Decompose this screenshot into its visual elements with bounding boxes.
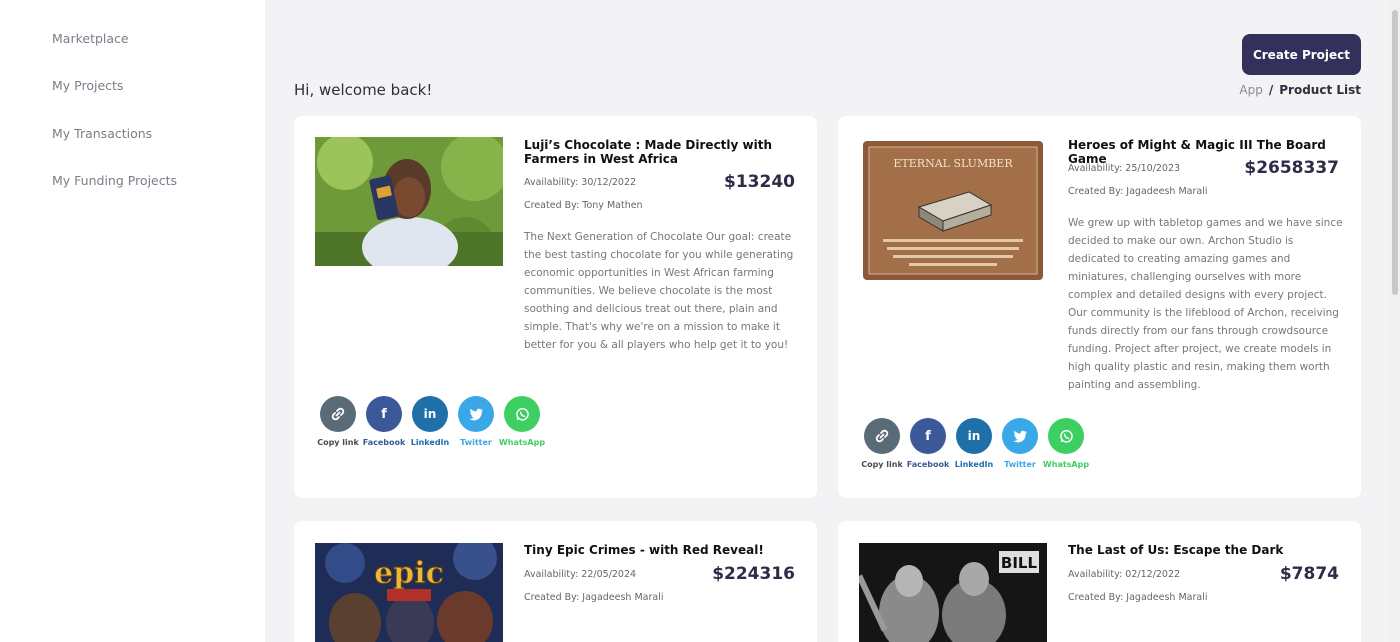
scrollbar-thumb[interactable] (1392, 10, 1398, 295)
facebook-icon[interactable]: f (910, 418, 946, 454)
chocolate-photo (315, 137, 503, 266)
page-greeting: Hi, welcome back! (294, 81, 433, 99)
project-creator: Created By: Jagadeesh Marali (524, 592, 664, 603)
scrollbar[interactable] (1390, 0, 1400, 642)
share-facebook-label: Facebook (362, 438, 406, 447)
project-image[interactable]: epic (315, 543, 503, 642)
project-card: BILL The Last of Us: Escape the Dark Ava… (838, 521, 1361, 642)
breadcrumb: App / Product List (1239, 83, 1361, 97)
facebook-icon[interactable]: f (366, 396, 402, 432)
project-price: $13240 (724, 172, 795, 192)
breadcrumb-current: Product List (1279, 83, 1361, 97)
project-creator: Created By: Jagadeesh Marali (1068, 592, 1208, 603)
share-linkedin-label: LinkedIn (954, 460, 994, 469)
project-title[interactable]: Tiny Epic Crimes - with Red Reveal! (524, 543, 799, 557)
project-description: We grew up with tabletop games and we ha… (1068, 217, 1343, 391)
project-image[interactable]: BILL (859, 543, 1047, 642)
project-image[interactable] (315, 137, 503, 266)
share-linkedin-label: LinkedIn (410, 438, 450, 447)
sidebar-item-my-funding-projects[interactable]: My Funding Projects (52, 173, 177, 188)
share-twitter[interactable]: Twitter (1002, 418, 1038, 469)
project-card: epic Tiny Epic Crimes - with Red Reveal!… (294, 521, 817, 642)
share-copy-link[interactable]: Copy link (317, 396, 359, 447)
svg-text:epic: epic (374, 556, 444, 591)
share-facebook[interactable]: f Facebook (907, 418, 949, 469)
project-creator: Created By: Jagadeesh Marali (1068, 186, 1208, 197)
sidebar-item-my-projects[interactable]: My Projects (52, 78, 123, 93)
project-card: ETERNAL SLUMBER Heroes of Might & Magic … (838, 116, 1361, 498)
share-copy-label: Copy link (861, 460, 903, 469)
twitter-icon[interactable] (458, 396, 494, 432)
share-copy-label: Copy link (317, 438, 359, 447)
sidebar: Marketplace My Projects My Transactions … (0, 0, 265, 642)
tiny-epic-crimes-image: epic (315, 543, 503, 642)
project-availability: Availability: 30/12/2022 (524, 177, 637, 188)
project-availability: Availability: 02/12/2022 (1068, 569, 1181, 580)
project-title[interactable]: Luji’s Chocolate : Made Directly with Fa… (524, 138, 799, 166)
share-facebook-label: Facebook (906, 460, 950, 469)
create-project-button[interactable]: Create Project (1242, 34, 1361, 75)
share-whatsapp-label: WhatsApp (1042, 460, 1090, 469)
project-price: $7874 (1279, 564, 1339, 584)
share-copy-link[interactable]: Copy link (861, 418, 903, 469)
share-whatsapp-label: WhatsApp (498, 438, 546, 447)
image-badge: BILL (1001, 554, 1038, 572)
whatsapp-icon[interactable] (1048, 418, 1084, 454)
share-whatsapp[interactable]: WhatsApp (499, 396, 545, 447)
project-description: The Next Generation of Chocolate Our goa… (524, 231, 794, 351)
twitter-icon[interactable] (1002, 418, 1038, 454)
share-facebook[interactable]: f Facebook (363, 396, 405, 447)
image-heading: ETERNAL SLUMBER (893, 157, 1013, 170)
last-of-us-image: BILL (859, 543, 1047, 642)
breadcrumb-app[interactable]: App (1239, 83, 1262, 97)
share-twitter[interactable]: Twitter (458, 396, 494, 447)
project-card: Luji’s Chocolate : Made Directly with Fa… (294, 116, 817, 498)
linkedin-icon[interactable]: in (956, 418, 992, 454)
sidebar-item-marketplace[interactable]: Marketplace (52, 31, 129, 46)
project-title[interactable]: The Last of Us: Escape the Dark (1068, 543, 1343, 557)
share-twitter-label: Twitter (460, 438, 492, 447)
project-creator: Created By: Tony Mathen (524, 200, 643, 211)
project-price: $224316 (712, 564, 795, 584)
share-whatsapp[interactable]: WhatsApp (1043, 418, 1089, 469)
eternal-slumber-image: ETERNAL SLUMBER (859, 137, 1047, 287)
project-image[interactable]: ETERNAL SLUMBER (859, 137, 1047, 287)
share-linkedin[interactable]: in LinkedIn (954, 418, 994, 469)
sidebar-item-my-transactions[interactable]: My Transactions (52, 126, 152, 141)
main-content: Create Project Hi, welcome back! App / P… (265, 0, 1400, 642)
share-linkedin[interactable]: in LinkedIn (410, 396, 450, 447)
linkedin-icon[interactable]: in (412, 396, 448, 432)
link-icon[interactable] (320, 396, 356, 432)
share-buttons: Copy link f Facebook in LinkedIn Twitter (861, 418, 1089, 469)
whatsapp-icon[interactable] (504, 396, 540, 432)
share-twitter-label: Twitter (1004, 460, 1036, 469)
project-availability: Availability: 25/10/2023 (1068, 163, 1181, 174)
link-icon[interactable] (864, 418, 900, 454)
project-availability: Availability: 22/05/2024 (524, 569, 637, 580)
breadcrumb-separator: / (1268, 83, 1274, 97)
project-price: $2658337 (1244, 158, 1339, 178)
share-buttons: Copy link f Facebook in LinkedIn Twitter (317, 396, 545, 447)
